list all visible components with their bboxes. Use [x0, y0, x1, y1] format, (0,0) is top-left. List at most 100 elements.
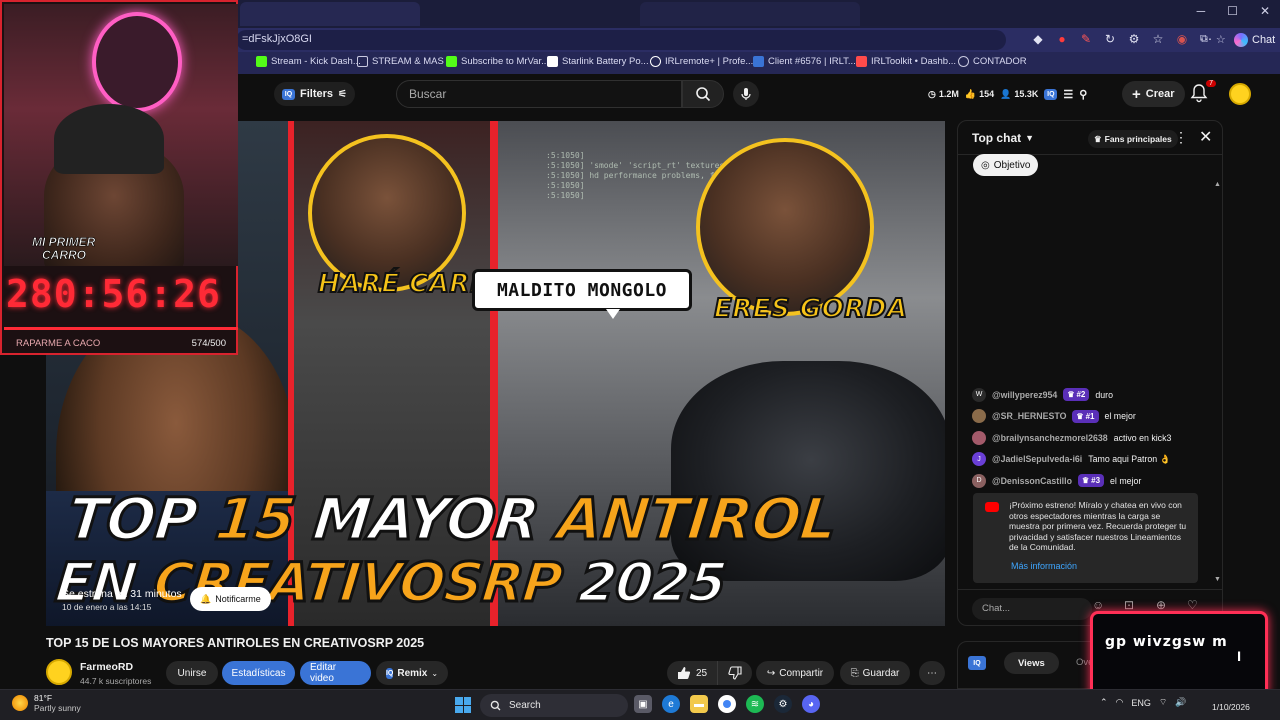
- extension-shield-icon[interactable]: ●: [1054, 30, 1070, 48]
- chat-username[interactable]: @brailynsanchezmorel2638: [992, 433, 1108, 443]
- extension-pen-icon[interactable]: ✎: [1078, 30, 1094, 48]
- chat-scrollbar[interactable]: ▲ ▼: [1214, 181, 1221, 583]
- add-icon[interactable]: ⊕: [1156, 598, 1166, 612]
- list-icon[interactable]: ☰: [1063, 88, 1073, 101]
- bookmark-item[interactable]: Subscribe to MrVar...: [446, 56, 549, 67]
- browser-tab[interactable]: [240, 2, 420, 26]
- views-tab[interactable]: Views: [1004, 652, 1059, 674]
- save-button[interactable]: ⎘ Guardar: [840, 661, 910, 685]
- file-explorer-icon[interactable]: ▬: [690, 695, 708, 713]
- chat-text: el mejor: [1110, 475, 1142, 486]
- start-button[interactable]: [455, 697, 471, 713]
- maximize-button[interactable]: ☐: [1227, 4, 1238, 18]
- search-button[interactable]: [682, 80, 724, 108]
- chat-input[interactable]: Chat...: [972, 598, 1092, 620]
- crown-icon: ♛: [1076, 411, 1084, 421]
- views-stat: ◷ 1.2M: [928, 89, 959, 100]
- account-avatar[interactable]: [1229, 83, 1251, 105]
- iq-extension-icon[interactable]: IQ: [968, 656, 986, 670]
- lightbulb-icon[interactable]: ⚲: [1079, 88, 1087, 101]
- scroll-up-icon[interactable]: ▲: [1214, 181, 1221, 188]
- notify-me-button[interactable]: 🔔 Notificarme: [190, 587, 271, 611]
- iq-extension-icon[interactable]: IQ: [1044, 88, 1058, 100]
- alert-text: gp wivzgsw m l: [1105, 634, 1242, 664]
- bookmark-item[interactable]: CONTADOR: [958, 56, 1027, 67]
- thumb-icon: 👍: [964, 88, 977, 99]
- microphone-icon: [741, 88, 751, 100]
- iq-extension-icon: IQ: [282, 88, 295, 100]
- chat-mode-selector[interactable]: Top chat ▼: [972, 131, 1034, 145]
- bookmark-item[interactable]: IRLremote+ | Profe...: [650, 56, 753, 67]
- chrome-icon[interactable]: [718, 695, 736, 713]
- share-icon: ↪: [766, 667, 776, 679]
- more-info-link[interactable]: Más información: [1011, 561, 1077, 572]
- scroll-down-icon[interactable]: ▼: [1214, 576, 1221, 583]
- counter-icon: [958, 56, 969, 67]
- analytics-button[interactable]: Estadísticas: [222, 661, 295, 685]
- spotify-icon[interactable]: ≋: [746, 695, 764, 713]
- person-icon: 👤: [1000, 88, 1012, 99]
- chat-username[interactable]: @DenissonCastillo: [992, 476, 1072, 486]
- voice-search-button[interactable]: [733, 81, 759, 107]
- extension-tune-icon[interactable]: ⚙: [1126, 30, 1142, 48]
- bookmark-item[interactable]: STREAM & MAS: [357, 56, 444, 67]
- volume-icon[interactable]: 🔊: [1175, 697, 1186, 708]
- like-button[interactable]: 25: [667, 661, 719, 685]
- bookmark-item[interactable]: Stream - Kick Dash...: [256, 56, 361, 67]
- edit-video-button[interactable]: Editar video: [300, 661, 371, 685]
- close-window-button[interactable]: ✕: [1260, 4, 1270, 18]
- task-view-icon[interactable]: ▣: [634, 695, 652, 713]
- extension-refresh-icon[interactable]: ↻: [1102, 30, 1118, 48]
- super-chat-icon[interactable]: ⊡: [1124, 598, 1134, 612]
- close-chat-icon[interactable]: ✕: [1199, 127, 1212, 147]
- wifi-icon[interactable]: ⌔: [1159, 697, 1167, 708]
- chat-username[interactable]: @JadielSepulveda-i6i: [992, 454, 1082, 464]
- network-icon[interactable]: ◠: [1116, 697, 1124, 708]
- bookmark-star-icon[interactable]: ☆: [1216, 33, 1226, 46]
- address-bar[interactable]: =dFskJjxO8GI ⧉ ☆: [236, 30, 1226, 50]
- minimize-button[interactable]: ─: [1197, 4, 1206, 18]
- top-fans-button[interactable]: ♛ Fans principales: [1088, 130, 1178, 148]
- chat-username[interactable]: @willyperez954: [992, 390, 1057, 400]
- user-avatar[interactable]: [972, 409, 986, 424]
- profile-avatar-icon[interactable]: ◉: [1174, 30, 1190, 48]
- discord-icon[interactable]: ◕: [802, 695, 820, 713]
- taskbar-search[interactable]: Search: [480, 694, 628, 717]
- favorites-icon[interactable]: ☆: [1150, 30, 1166, 48]
- notify-label: Notificarme: [215, 594, 261, 604]
- chat-username[interactable]: @SR_HERNESTO: [992, 411, 1066, 421]
- filters-button[interactable]: IQ Filters ⚟: [274, 82, 355, 106]
- join-button[interactable]: Unirse: [166, 661, 218, 685]
- clock[interactable]: 1/10/2026: [1212, 696, 1250, 712]
- heart-icon[interactable]: ♡: [1187, 598, 1198, 612]
- tray-expand-icon[interactable]: ⌃: [1100, 697, 1108, 708]
- dislike-button[interactable]: [718, 661, 753, 685]
- edge-icon[interactable]: e: [662, 695, 680, 713]
- browser-tab[interactable]: [640, 2, 860, 26]
- channel-name[interactable]: FarmeoRD: [80, 661, 133, 673]
- weather-widget[interactable]: 81°F Partly sunny: [12, 693, 81, 713]
- emoji-icon[interactable]: ☺: [1092, 598, 1104, 612]
- more-actions-button[interactable]: ⋯: [919, 661, 945, 685]
- channel-avatar[interactable]: [46, 659, 72, 685]
- bookmark-item[interactable]: Starlink Battery Po...: [547, 56, 649, 67]
- more-menu-icon[interactable]: ⋯: [1198, 30, 1214, 48]
- page-icon: [547, 56, 558, 67]
- share-button[interactable]: ↪ Compartir: [756, 661, 834, 685]
- user-avatar[interactable]: D: [972, 473, 986, 488]
- bookmark-item[interactable]: IRLToolkit • Dashb...: [856, 56, 956, 67]
- search-input[interactable]: Buscar: [396, 80, 682, 108]
- notifications-button[interactable]: 7: [1190, 80, 1216, 105]
- user-avatar[interactable]: [972, 430, 986, 445]
- bookmark-item[interactable]: Client #6576 | IRLT...: [753, 56, 856, 67]
- extension-diamond-icon[interactable]: ◆: [1030, 30, 1046, 48]
- user-avatar[interactable]: W: [972, 387, 986, 402]
- objective-chip[interactable]: ◎ Objetivo: [973, 154, 1039, 176]
- remix-button[interactable]: IQ Remix ⌄: [376, 661, 448, 685]
- create-button[interactable]: + Crear: [1122, 81, 1185, 107]
- user-avatar[interactable]: J: [972, 452, 986, 467]
- browser-chat-button[interactable]: Chat: [1226, 30, 1280, 50]
- language-indicator[interactable]: ENG: [1131, 698, 1151, 708]
- steam-icon[interactable]: ⚙: [774, 695, 792, 713]
- more-options-icon[interactable]: ⋮: [1174, 129, 1188, 146]
